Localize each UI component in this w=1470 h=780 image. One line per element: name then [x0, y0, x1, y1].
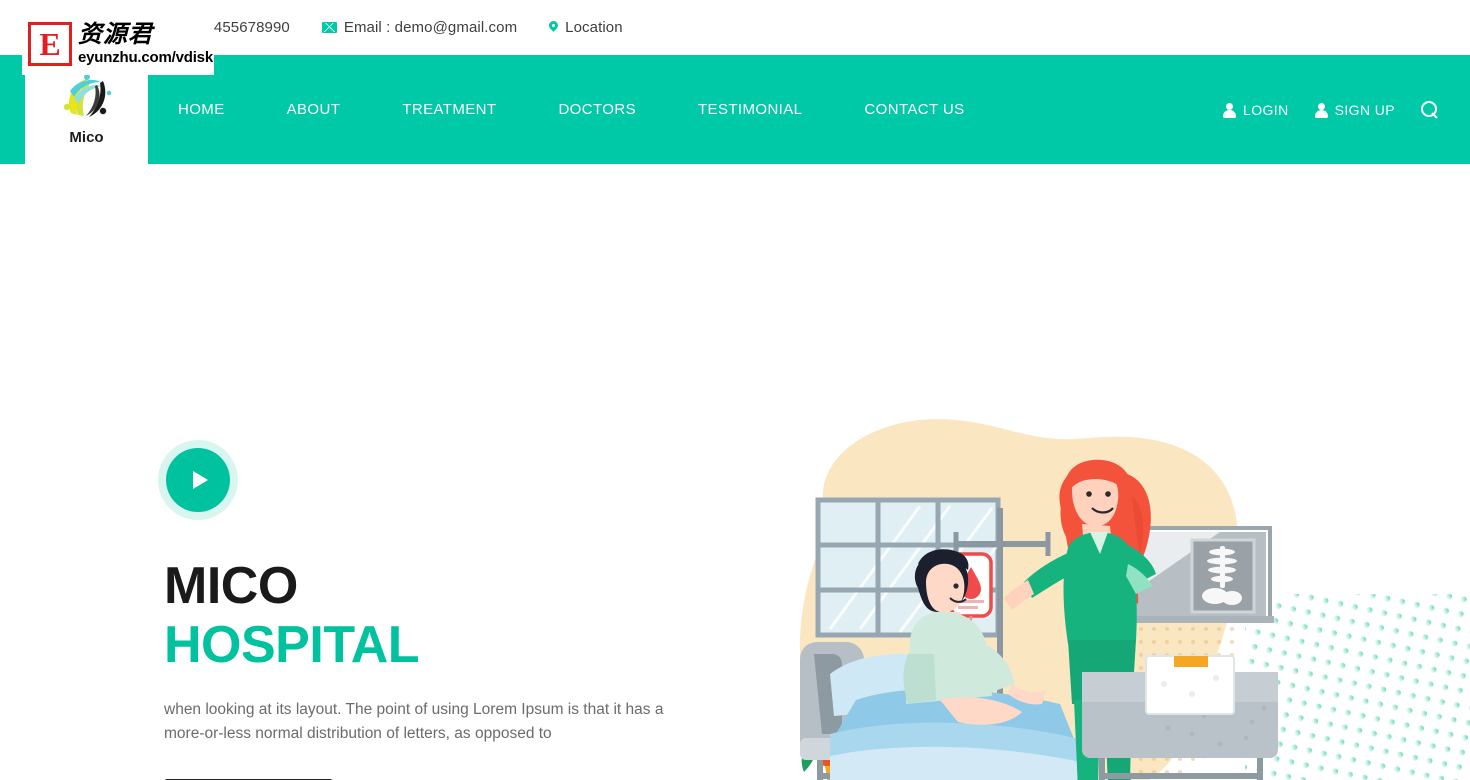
nav-item-testimonial[interactable]: TESTIMONIAL [698, 101, 802, 118]
hero-section: MICO HOSPITAL when looking at its layout… [0, 164, 1470, 780]
search-icon[interactable] [1421, 101, 1438, 118]
signup-label: SIGN UP [1334, 101, 1395, 118]
top-contact-items: : +01 123455678990 Email : demo@gmail.co… [150, 19, 623, 36]
play-icon [166, 448, 230, 512]
signup-button[interactable]: SIGN UP [1314, 101, 1395, 118]
nav-links: HOME ABOUT TREATMENT DOCTORS TESTIMONIAL… [178, 101, 1027, 118]
brand-name: Mico [69, 129, 104, 146]
nav-menu-container: HOME ABOUT TREATMENT DOCTORS TESTIMONIAL… [148, 55, 1470, 164]
user-icon [1314, 102, 1328, 118]
user-icon [1223, 102, 1237, 118]
nav-item-contact-us[interactable]: CONTACT US [864, 101, 964, 118]
nav-item-treatment[interactable]: TREATMENT [402, 101, 496, 118]
hero-title-line2: HOSPITAL [164, 616, 420, 674]
nav-item-home[interactable]: HOME [178, 101, 225, 118]
hero-title-line1: MICO [164, 557, 298, 615]
page-root: : +01 123455678990 Email : demo@gmail.co… [0, 0, 1470, 780]
main-navigation-bar: Mico HOME ABOUT TREATMENT DOCTORS TESTIM… [0, 55, 1470, 164]
location-label: Location [565, 18, 623, 36]
play-triangle [192, 471, 208, 489]
location-pin-icon [549, 21, 558, 34]
hero-play-button[interactable] [158, 440, 238, 520]
mico-swirl-logo-icon [63, 74, 111, 117]
watermark-chinese-name: 资源君 [78, 20, 153, 48]
email-label: Email : demo@gmail.com [343, 18, 518, 36]
watermark-url: eyunzhu.com/vdisk [78, 48, 213, 66]
mail-icon [321, 21, 337, 33]
login-label: LOGIN [1243, 101, 1289, 118]
watermark-letter-badge: E [28, 22, 72, 66]
email-info[interactable]: Email : demo@gmail.com [321, 18, 518, 36]
watermark-text: 资源君 eyunzhu.com/vdisk [78, 18, 213, 66]
nav-actions: LOGIN SIGN UP [1223, 101, 1470, 118]
top-contact-bar: : +01 123455678990 Email : demo@gmail.co… [0, 0, 1470, 54]
hospital-patient-nurse-illustration [799, 419, 1278, 780]
hero-description: when looking at its layout. The point of… [164, 701, 664, 742]
login-button[interactable]: LOGIN [1223, 102, 1289, 118]
location-info[interactable]: Location [549, 19, 623, 36]
nav-item-doctors[interactable]: DOCTORS [558, 101, 636, 118]
nav-item-about[interactable]: ABOUT [287, 101, 341, 118]
site-watermark: E 资源君 eyunzhu.com/vdisk [22, 18, 214, 75]
watermark-letter: E [31, 25, 69, 63]
